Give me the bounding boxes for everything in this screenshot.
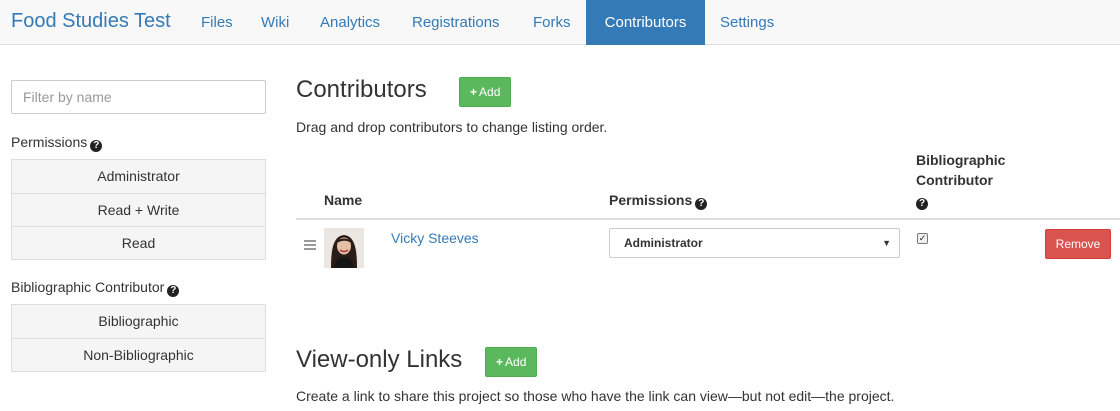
tab-analytics[interactable]: Analytics bbox=[305, 0, 395, 45]
bibliographic-filter-heading: Bibliographic Contributor? bbox=[11, 279, 180, 297]
column-header-permissions: Permissions? bbox=[609, 190, 708, 210]
view-only-links-heading: View-only Links bbox=[296, 346, 463, 373]
column-header-permissions-label: Permissions bbox=[609, 192, 693, 208]
contributors-help-text: Drag and drop contributors to change lis… bbox=[296, 119, 608, 135]
column-header-bibliographic: Bibliographic Contributor ? bbox=[916, 150, 1005, 210]
bibliographic-checkbox[interactable]: ✓ bbox=[917, 233, 928, 244]
contributors-heading: Contributors bbox=[296, 76, 427, 103]
avatar bbox=[324, 228, 364, 268]
view-only-links-help-text: Create a link to share this project so t… bbox=[296, 388, 895, 404]
add-contributor-button[interactable]: + Add bbox=[459, 77, 512, 107]
question-circle-icon[interactable]: ? bbox=[916, 198, 928, 210]
project-title-link[interactable]: Food Studies Test bbox=[11, 10, 171, 33]
bibliographic-filter-group: Bibliographic Non-Bibliographic bbox=[11, 304, 266, 372]
permission-select[interactable]: Administrator ▼ bbox=[609, 228, 900, 258]
column-header-bibliographic-line2: Contributor bbox=[916, 172, 993, 188]
contributor-name-link[interactable]: Vicky Steeves bbox=[391, 230, 479, 246]
filter-administrator[interactable]: Administrator bbox=[12, 160, 265, 193]
filter-bibliographic[interactable]: Bibliographic bbox=[12, 305, 265, 338]
filter-by-name-input[interactable] bbox=[11, 80, 266, 114]
tab-files[interactable]: Files bbox=[186, 0, 248, 45]
tab-contributors[interactable]: Contributors bbox=[586, 0, 705, 45]
drag-handle-icon[interactable] bbox=[304, 240, 316, 252]
filter-read[interactable]: Read bbox=[12, 226, 265, 259]
filter-non-bibliographic[interactable]: Non-Bibliographic bbox=[12, 338, 265, 371]
add-contributor-label: Add bbox=[479, 85, 501, 99]
add-view-only-link-label: Add bbox=[505, 355, 527, 369]
tab-wiki[interactable]: Wiki bbox=[246, 0, 304, 45]
permissions-filter-group: Administrator Read + Write Read bbox=[11, 159, 266, 260]
tab-settings[interactable]: Settings bbox=[705, 0, 789, 45]
check-icon: ✓ bbox=[918, 233, 927, 243]
caret-down-icon: ▼ bbox=[882, 238, 891, 248]
tab-forks[interactable]: Forks bbox=[518, 0, 586, 45]
plus-icon: + bbox=[496, 355, 504, 369]
tab-registrations[interactable]: Registrations bbox=[397, 0, 515, 45]
question-circle-icon[interactable]: ? bbox=[695, 198, 708, 210]
permission-select-value: Administrator bbox=[624, 236, 703, 250]
remove-contributor-button[interactable]: Remove bbox=[1045, 229, 1111, 259]
question-circle-icon[interactable]: ? bbox=[167, 285, 180, 297]
add-view-only-link-button[interactable]: + Add bbox=[485, 347, 538, 377]
question-circle-icon[interactable]: ? bbox=[90, 140, 103, 152]
permissions-filter-label: Permissions bbox=[11, 134, 88, 150]
column-header-bibliographic-line1: Bibliographic bbox=[916, 152, 1006, 168]
permissions-filter-heading: Permissions? bbox=[11, 134, 103, 152]
filter-read-write[interactable]: Read + Write bbox=[12, 193, 265, 226]
bibliographic-filter-label: Bibliographic Contributor bbox=[11, 279, 165, 295]
plus-icon: + bbox=[470, 85, 478, 99]
table-header-divider bbox=[296, 218, 1120, 220]
project-nav-bar: Food Studies Test Files Wiki Analytics R… bbox=[0, 0, 1120, 45]
column-header-name: Name bbox=[324, 192, 363, 208]
